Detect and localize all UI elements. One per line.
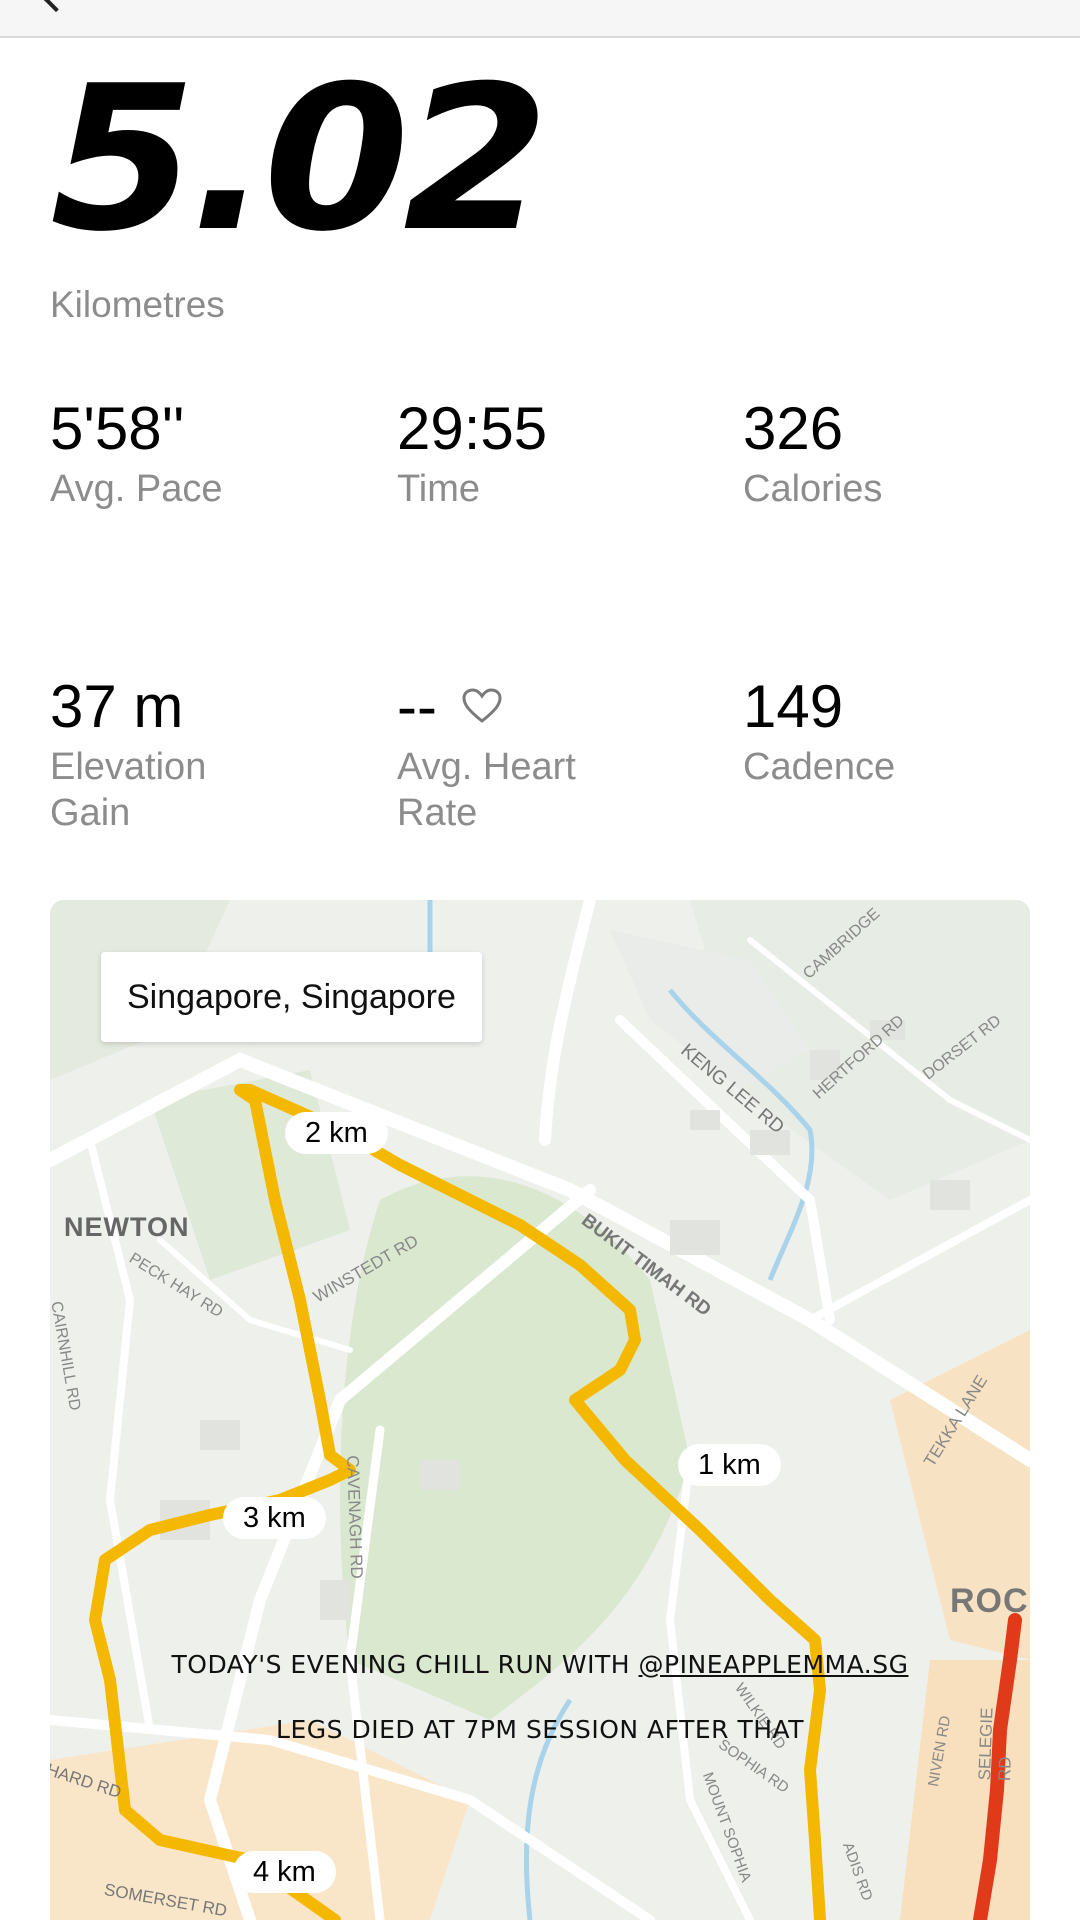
stat-label: Elevation Gain: [50, 746, 207, 834]
stat-value: 149: [743, 673, 844, 740]
stat-avg-heart-rate: -- Avg. Heart Rate: [397, 674, 637, 836]
road-label: CAVENAGH RD: [343, 1455, 367, 1580]
caption-line-2: LEGS DIED AT 7PM SESSION AFTER THAT: [276, 1715, 804, 1744]
stat-time: 29:55 Time: [397, 396, 717, 512]
km-marker: 3 km: [223, 1497, 326, 1539]
map-canvas: [50, 900, 1030, 1920]
stat-cadence: 149 Cadence: [743, 674, 1063, 790]
stat-avg-pace: 5'58'' Avg. Pace: [50, 396, 370, 512]
route-map[interactable]: NEWTON ROCI KENG LEE RD CAMBRIDGE HERTFO…: [50, 900, 1030, 1920]
stat-calories: 326 Calories: [743, 396, 1063, 512]
top-bar: [0, 0, 1080, 38]
distance-value: 5.02: [50, 43, 549, 276]
stat-label: Avg. Pace: [50, 468, 223, 510]
stat-elevation-gain: 37 m Elevation Gain: [50, 674, 290, 836]
stat-value: 29:55: [397, 395, 548, 462]
distance-unit: Kilometres: [50, 284, 225, 325]
stat-label: Calories: [743, 468, 883, 510]
area-label-newton: NEWTON: [64, 1212, 190, 1242]
caption-line-1: TODAY'S EVENING CHILL RUN WITH @PINEAPPL…: [50, 1650, 1030, 1679]
km-marker: 4 km: [233, 1851, 336, 1893]
location-label: Singapore, Singapore: [101, 952, 482, 1042]
heart-rate-value: --: [397, 673, 437, 740]
stat-label: Cadence: [743, 746, 896, 788]
stat-value: 5'58'': [50, 395, 185, 462]
stat-label: Avg. Heart Rate: [397, 746, 576, 834]
heart-outline-icon: [462, 688, 502, 724]
caption-handle-link[interactable]: @PINEAPPLEMMA.SG: [639, 1650, 909, 1679]
km-marker: 2 km: [285, 1112, 388, 1154]
area-label-rochor: ROCI: [950, 1582, 1030, 1620]
back-chevron-icon[interactable]: [41, 0, 71, 13]
stat-value: 326: [743, 395, 844, 462]
km-marker: 1 km: [678, 1444, 781, 1486]
stat-label: Time: [397, 468, 481, 510]
caption-text: TODAY'S EVENING CHILL RUN WITH: [171, 1650, 639, 1679]
stat-value: 37 m: [50, 673, 184, 740]
stat-value: --: [397, 674, 637, 740]
